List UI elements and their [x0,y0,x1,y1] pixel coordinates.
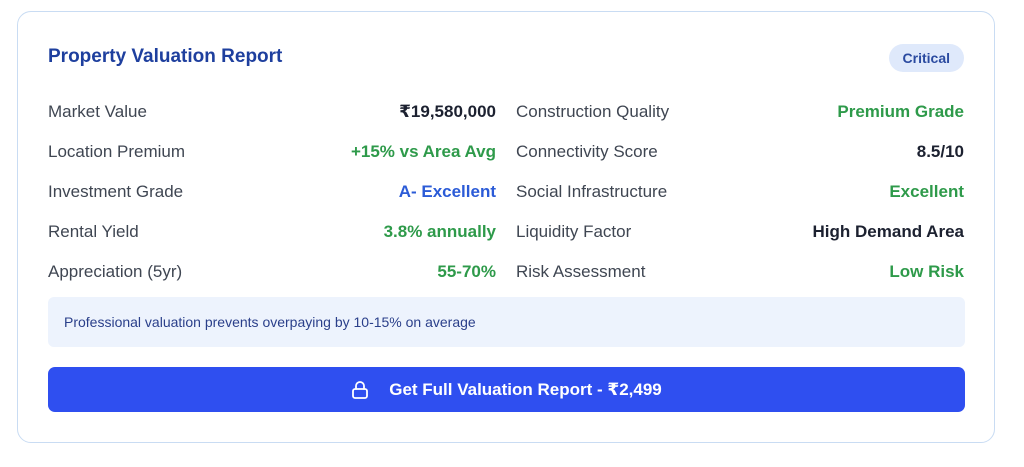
metric-label: Connectivity Score [516,142,658,161]
metric-label: Rental Yield [48,222,139,241]
status-badge: Critical [888,44,964,72]
metric-value: Low Risk [889,262,964,281]
cta-label: Get Full Valuation Report - ₹2,499 [389,379,662,399]
metric-label: Construction Quality [516,102,670,121]
metric-value: +15% vs Area Avg [350,142,496,161]
metrics-column-right: Construction Quality Premium Grade Conne… [516,92,964,292]
metric-row-market-value: Market Value ₹19,580,000 [48,92,496,132]
metric-row-location-premium: Location Premium +15% vs Area Avg [48,132,496,172]
metric-label: Liquidity Factor [516,222,632,241]
metric-label: Appreciation (5yr) [48,262,183,281]
metric-row-appreciation: Appreciation (5yr) 55-70% [48,252,496,292]
metric-row-liquidity-factor: Liquidity Factor High Demand Area [516,212,964,252]
metric-row-rental-yield: Rental Yield 3.8% annually [48,212,496,252]
metric-value: 3.8% annually [383,222,496,241]
metric-label: Market Value [48,102,147,121]
metric-value: Excellent [889,182,964,201]
card-title: Property Valuation Report [48,46,283,67]
metric-value: ₹19,580,000 [399,102,496,121]
metric-label: Investment Grade [48,182,184,201]
metric-row-investment-grade: Investment Grade A- Excellent [48,172,496,212]
metric-row-construction-quality: Construction Quality Premium Grade [516,92,964,132]
metrics-column-left: Market Value ₹19,580,000 Location Premiu… [48,92,496,292]
metrics-grid: Market Value ₹19,580,000 Location Premiu… [48,92,965,292]
valuation-report-card: Property Valuation Report Critical Marke… [17,11,995,443]
metric-value: 55-70% [437,262,496,281]
metric-value: High Demand Area [812,222,964,241]
metric-label: Location Premium [48,142,186,161]
metric-row-social-infrastructure: Social Infrastructure Excellent [516,172,964,212]
metric-row-risk-assessment: Risk Assessment Low Risk [516,252,964,292]
info-note: Professional valuation prevents overpayi… [48,297,965,347]
metric-row-connectivity-score: Connectivity Score 8.5/10 [516,132,964,172]
metric-value: 8.5/10 [916,142,964,161]
metric-value: Premium Grade [837,102,964,121]
get-full-report-button[interactable]: Get Full Valuation Report - ₹2,499 [48,367,965,412]
metric-label: Risk Assessment [516,262,646,281]
metric-label: Social Infrastructure [516,182,668,201]
lock-icon [351,380,369,400]
metric-value: A- Excellent [398,182,496,201]
